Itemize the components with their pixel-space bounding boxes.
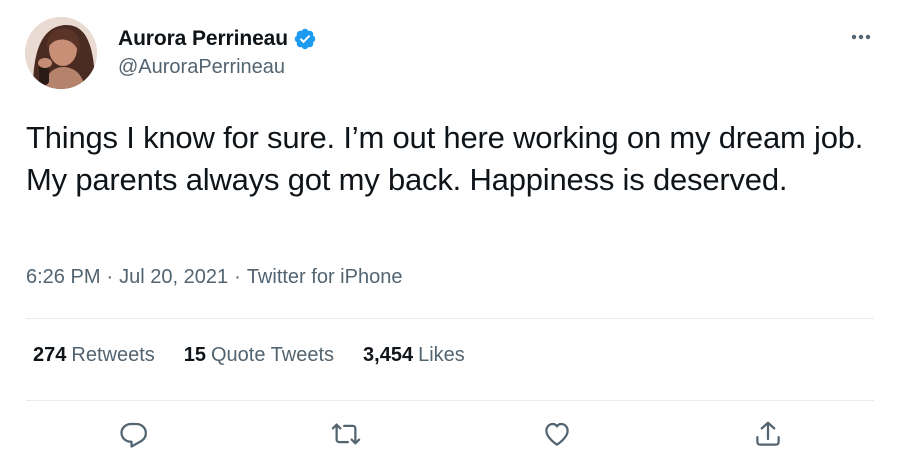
avatar[interactable] <box>25 17 97 89</box>
reply-button[interactable] <box>114 414 154 454</box>
quote-tweets-label: Quote Tweets <box>211 344 335 366</box>
tweet-time[interactable]: 6:26 PM <box>26 266 100 289</box>
retweets-stat[interactable]: 274 Retweets <box>33 344 155 367</box>
verified-badge-icon <box>293 27 317 51</box>
likes-count: 3,454 <box>363 344 414 366</box>
reply-icon <box>120 422 147 448</box>
likes-label: Likes <box>418 344 465 366</box>
heart-icon <box>545 422 569 446</box>
like-button[interactable] <box>537 414 577 454</box>
share-icon <box>756 421 780 446</box>
more-options-button[interactable] <box>846 26 876 48</box>
share-button[interactable] <box>748 414 788 454</box>
divider <box>26 400 874 401</box>
tweet-date[interactable]: Jul 20, 2021 <box>119 266 228 289</box>
handle[interactable]: @AuroraPerrineau <box>118 56 317 79</box>
tweet-meta: 6:26 PM · Jul 20, 2021 · Twitter for iPh… <box>26 266 402 289</box>
retweets-count: 274 <box>33 344 67 366</box>
meta-separator: · <box>234 266 241 288</box>
author-block[interactable]: Aurora Perrineau @AuroraPerrineau <box>118 24 317 79</box>
display-name[interactable]: Aurora Perrineau <box>118 27 288 51</box>
retweets-label: Retweets <box>71 344 155 366</box>
engagement-stats: 274 Retweets 15 Quote Tweets 3,454 Likes <box>33 344 494 367</box>
action-bar <box>0 414 898 454</box>
more-horizontal-icon <box>851 34 871 40</box>
quote-tweets-stat[interactable]: 15 Quote Tweets <box>184 344 334 367</box>
name-row: Aurora Perrineau <box>118 24 317 54</box>
tweet-source[interactable]: Twitter for iPhone <box>247 266 403 289</box>
avatar-image <box>25 17 97 89</box>
tweet-text: Things I know for sure. I’m out here wor… <box>26 120 864 197</box>
retweet-icon <box>331 423 361 445</box>
meta-separator: · <box>106 266 114 288</box>
likes-stat[interactable]: 3,454 Likes <box>363 344 465 367</box>
retweet-button[interactable] <box>326 414 366 454</box>
quote-tweets-count: 15 <box>183 344 206 366</box>
divider <box>26 318 874 319</box>
